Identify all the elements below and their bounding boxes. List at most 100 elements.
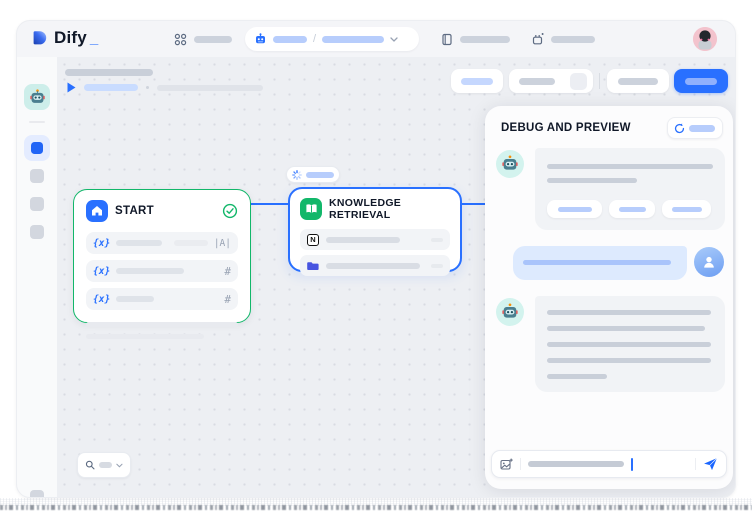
skeleton-bar bbox=[273, 36, 307, 43]
robot-icon bbox=[254, 33, 267, 46]
robot-app-icon bbox=[29, 89, 46, 106]
sidebar-app-icon[interactable] bbox=[24, 84, 50, 110]
node-running-badge bbox=[286, 166, 340, 183]
user-avatar[interactable] bbox=[693, 27, 717, 51]
docs-icon bbox=[441, 33, 453, 46]
skeleton-bar bbox=[689, 125, 715, 132]
message-text-skeleton bbox=[547, 164, 713, 169]
start-variable-row[interactable]: {x} # bbox=[86, 288, 238, 310]
suggested-question-button[interactable] bbox=[547, 200, 602, 218]
user-chat-avatar bbox=[694, 247, 724, 277]
person-icon bbox=[701, 254, 717, 270]
variable-icon: {x} bbox=[93, 238, 110, 249]
start-variable-row[interactable]: {x} |A| bbox=[86, 232, 238, 254]
suggested-question-button[interactable] bbox=[609, 200, 655, 218]
start-variable-row[interactable]: {x} # bbox=[86, 260, 238, 282]
nav-plugins[interactable] bbox=[531, 33, 595, 46]
sidebar-item-4[interactable] bbox=[30, 225, 44, 239]
plugin-icon bbox=[531, 33, 544, 46]
message-text-skeleton bbox=[523, 260, 671, 265]
top-header: Dify _ bbox=[17, 21, 735, 57]
spinner-icon bbox=[292, 170, 302, 180]
dify-logo-icon bbox=[31, 29, 49, 47]
variable-type-number: # bbox=[224, 293, 231, 306]
sidebar-item-2[interactable] bbox=[30, 169, 44, 183]
description-skeleton bbox=[86, 334, 204, 339]
breadcrumb-separator: / bbox=[313, 33, 316, 45]
nav-workflow[interactable] bbox=[174, 33, 232, 46]
home-icon bbox=[86, 200, 108, 222]
app-breadcrumb-selector[interactable]: / bbox=[245, 27, 419, 51]
toolbar-button-features[interactable] bbox=[451, 69, 503, 93]
variable-icon: {x} bbox=[93, 294, 110, 305]
debug-panel-title: DEBUG AND PREVIEW bbox=[501, 122, 631, 134]
chat-input-bar[interactable] bbox=[491, 450, 727, 478]
skeleton-bar bbox=[116, 296, 154, 302]
brand-name: Dify bbox=[54, 28, 87, 48]
left-sidebar bbox=[17, 57, 57, 497]
message-text-skeleton bbox=[547, 310, 711, 315]
folder-icon bbox=[307, 260, 319, 272]
toolbar-sub-icon[interactable] bbox=[570, 73, 587, 90]
skeleton-bar bbox=[326, 263, 420, 269]
user-message-bubble bbox=[513, 246, 687, 280]
app-window: Dify _ bbox=[16, 20, 736, 498]
book-open-icon bbox=[300, 198, 322, 220]
image-upload-icon[interactable] bbox=[500, 458, 513, 471]
skeleton-bar bbox=[157, 85, 263, 91]
typed-text-skeleton bbox=[528, 461, 624, 467]
autosave-row bbox=[67, 82, 263, 93]
app-title-skeleton bbox=[65, 69, 153, 76]
restart-conversation-button[interactable] bbox=[667, 117, 723, 139]
skeleton-bar bbox=[431, 238, 443, 242]
message-text-skeleton bbox=[547, 342, 711, 347]
toolbar-button-history[interactable] bbox=[509, 69, 593, 93]
bot-message-bubble bbox=[535, 296, 725, 392]
send-icon[interactable] bbox=[703, 457, 718, 471]
dify-logo[interactable]: Dify _ bbox=[31, 28, 98, 48]
play-icon bbox=[67, 82, 76, 93]
skeleton-bar bbox=[431, 264, 443, 268]
skeleton-bar bbox=[116, 240, 162, 246]
suggested-questions bbox=[547, 200, 711, 218]
sidebar-item-bottom[interactable] bbox=[30, 490, 44, 498]
input-divider bbox=[520, 458, 521, 470]
skeleton-bar bbox=[326, 237, 400, 243]
skeleton-bar bbox=[460, 36, 510, 43]
sidebar-item-3[interactable] bbox=[30, 197, 44, 211]
skeleton-bar bbox=[672, 207, 702, 212]
skeleton-bar bbox=[322, 36, 384, 43]
skeleton-bar bbox=[685, 78, 717, 85]
node-start[interactable]: START {x} |A| {x} # {x} bbox=[73, 189, 251, 323]
user-avatar-icon bbox=[693, 27, 717, 51]
suggested-question-button[interactable] bbox=[662, 200, 711, 218]
dot-separator bbox=[146, 86, 149, 89]
publish-button[interactable] bbox=[674, 69, 728, 93]
description-skeleton bbox=[86, 322, 238, 327]
message-text-skeleton bbox=[547, 358, 711, 363]
skeleton-bar bbox=[194, 36, 232, 43]
input-divider bbox=[695, 458, 696, 470]
knowledge-node-header: KNOWLEDGE RETRIEVAL bbox=[300, 197, 450, 221]
sidebar-item-workflow-active[interactable] bbox=[24, 135, 50, 161]
notion-icon: N bbox=[307, 234, 319, 246]
page: Dify _ bbox=[0, 0, 752, 512]
robot-app-icon bbox=[501, 303, 519, 321]
nav-docs[interactable] bbox=[441, 33, 510, 46]
node-knowledge-retrieval[interactable]: KNOWLEDGE RETRIEVAL N bbox=[288, 187, 462, 272]
knowledge-source-folder[interactable] bbox=[300, 255, 450, 276]
start-node-title: START bbox=[115, 205, 154, 217]
knowledge-source-notion[interactable]: N bbox=[300, 229, 450, 250]
skeleton-bar bbox=[84, 84, 138, 91]
skeleton-bar bbox=[461, 78, 493, 85]
debug-panel-header: DEBUG AND PREVIEW bbox=[501, 116, 723, 140]
skeleton-bar bbox=[116, 268, 184, 274]
toolbar-divider bbox=[599, 73, 600, 89]
debug-preview-panel: DEBUG AND PREVIEW bbox=[485, 106, 733, 489]
zoom-control[interactable] bbox=[77, 452, 131, 478]
zoom-value-skeleton bbox=[99, 462, 112, 468]
text-caret bbox=[631, 458, 633, 471]
skeleton-bar bbox=[618, 78, 658, 85]
knowledge-node-title: KNOWLEDGE RETRIEVAL bbox=[329, 197, 450, 221]
toolbar-button-run[interactable] bbox=[607, 69, 669, 93]
